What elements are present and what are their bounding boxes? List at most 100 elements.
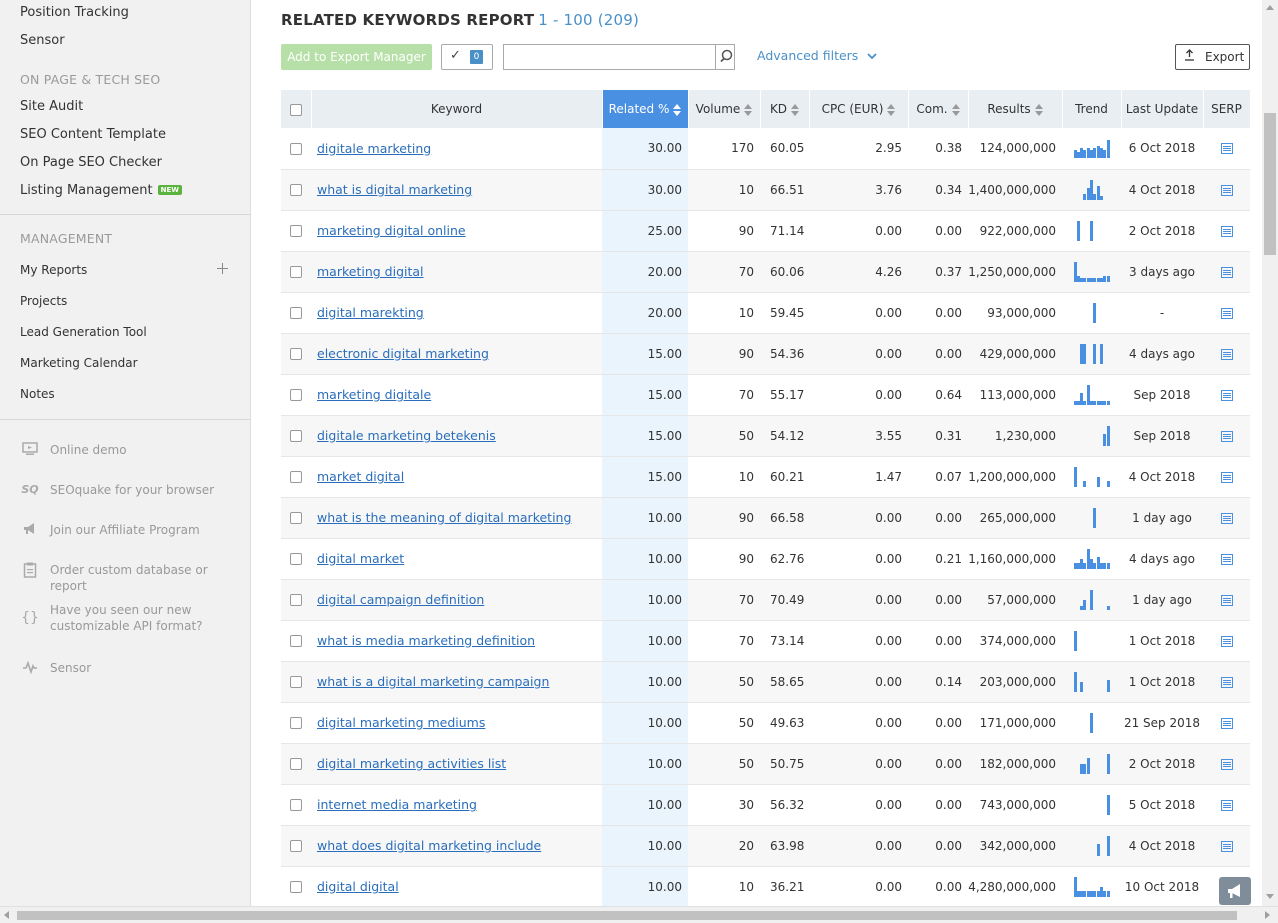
keyword-link[interactable]: digital campaign definition bbox=[311, 592, 484, 607]
horizontal-scrollbar[interactable] bbox=[0, 906, 1278, 923]
sidebar-item-lead-generation-tool[interactable]: Lead Generation Tool bbox=[20, 325, 147, 339]
sidebar-item-projects[interactable]: Projects bbox=[20, 294, 67, 308]
scroll-down-icon[interactable] bbox=[1266, 894, 1274, 899]
keyword-filter-input[interactable] bbox=[503, 44, 735, 70]
row-checkbox[interactable] bbox=[290, 840, 302, 852]
keyword-link[interactable]: digital market bbox=[311, 551, 404, 566]
row-checkbox[interactable] bbox=[290, 142, 302, 155]
row-checkbox[interactable] bbox=[290, 471, 302, 483]
keyword-link[interactable]: marketing digital online bbox=[311, 223, 466, 238]
row-checkbox[interactable] bbox=[290, 676, 302, 688]
keyword-link[interactable]: digitale marketing betekenis bbox=[311, 428, 496, 443]
trend-bar bbox=[1106, 140, 1110, 159]
keyword-link[interactable]: market digital bbox=[311, 469, 404, 484]
sidebar-item-listing-management[interactable]: Listing Management NEW bbox=[20, 183, 182, 198]
row-checkbox[interactable] bbox=[290, 430, 302, 442]
keyword-link[interactable]: electronic digital marketing bbox=[311, 346, 489, 361]
row-checkbox[interactable] bbox=[290, 881, 302, 893]
keyword-link[interactable]: digital digital bbox=[311, 879, 399, 894]
last-update-cell: 10 Oct 2018 bbox=[1121, 866, 1203, 906]
serp-icon[interactable] bbox=[1220, 512, 1233, 524]
sidebar-item-on-page-seo-checker[interactable]: On Page SEO Checker bbox=[20, 155, 162, 170]
serp-icon[interactable] bbox=[1220, 758, 1233, 770]
column-header-com[interactable]: Com. bbox=[908, 90, 969, 128]
row-checkbox[interactable] bbox=[290, 635, 302, 647]
serp-icon[interactable] bbox=[1220, 676, 1233, 688]
keyword-link[interactable]: digital marekting bbox=[311, 305, 424, 320]
serp-icon[interactable] bbox=[1220, 225, 1233, 237]
row-checkbox[interactable] bbox=[290, 389, 302, 401]
keyword-link[interactable]: marketing digital bbox=[311, 264, 424, 279]
feedback-button[interactable] bbox=[1219, 877, 1251, 905]
serp-icon[interactable] bbox=[1220, 635, 1233, 647]
keyword-link[interactable]: what is a digital marketing campaign bbox=[311, 674, 549, 689]
vertical-scroll-thumb[interactable] bbox=[1264, 113, 1276, 255]
row-checkbox[interactable] bbox=[290, 512, 302, 524]
serp-icon[interactable] bbox=[1220, 799, 1233, 811]
keyword-cell: what is a digital marketing campaign bbox=[311, 661, 602, 703]
sidebar-item-notes[interactable]: Notes bbox=[20, 387, 55, 401]
serp-icon[interactable] bbox=[1220, 348, 1233, 360]
serp-icon[interactable] bbox=[1220, 430, 1233, 442]
serp-icon[interactable] bbox=[1220, 471, 1233, 483]
column-header-kd[interactable]: KD bbox=[760, 90, 810, 128]
row-checkbox[interactable] bbox=[290, 758, 302, 770]
row-checkbox[interactable] bbox=[290, 307, 302, 319]
scroll-right-icon[interactable] bbox=[1265, 911, 1270, 919]
horizontal-scroll-thumb[interactable] bbox=[17, 911, 1237, 920]
sort-icon bbox=[887, 103, 896, 116]
sidebar-item-position-tracking[interactable]: Position Tracking bbox=[20, 5, 129, 20]
export-button[interactable]: Export bbox=[1175, 44, 1250, 70]
row-checkbox[interactable] bbox=[290, 717, 302, 729]
keyword-link[interactable]: what is digital marketing bbox=[311, 182, 472, 197]
serp-icon[interactable] bbox=[1220, 184, 1233, 196]
select-all-checkbox[interactable] bbox=[289, 103, 302, 116]
row-checkbox[interactable] bbox=[290, 266, 302, 278]
keyword-link[interactable]: digital marketing mediums bbox=[311, 715, 485, 730]
related-cell: 20.00 bbox=[602, 251, 688, 293]
serp-icon[interactable] bbox=[1220, 143, 1233, 155]
column-header-keyword[interactable]: Keyword bbox=[311, 90, 603, 128]
row-checkbox[interactable] bbox=[290, 225, 302, 237]
column-header-related[interactable]: Related % bbox=[602, 90, 689, 128]
row-checkbox[interactable] bbox=[290, 553, 302, 565]
keyword-link[interactable]: digital marketing activities list bbox=[311, 756, 506, 771]
keyword-link[interactable]: what does digital marketing include bbox=[311, 838, 541, 853]
serp-icon[interactable] bbox=[1220, 307, 1233, 319]
serp-icon[interactable] bbox=[1220, 389, 1233, 401]
keyword-link[interactable]: internet media marketing bbox=[311, 797, 477, 812]
serp-icon[interactable] bbox=[1220, 553, 1233, 565]
serp-icon[interactable] bbox=[1220, 266, 1233, 278]
serp-icon[interactable] bbox=[1220, 594, 1233, 606]
vertical-scrollbar[interactable] bbox=[1262, 0, 1278, 906]
add-report-plus-icon[interactable] bbox=[216, 262, 229, 275]
row-checkbox[interactable] bbox=[290, 799, 302, 811]
keyword-link[interactable]: marketing digitale bbox=[311, 387, 431, 402]
sidebar-item-marketing-calendar[interactable]: Marketing Calendar bbox=[20, 356, 138, 370]
serp-icon[interactable] bbox=[1220, 840, 1233, 852]
trend-cell bbox=[1062, 415, 1121, 457]
sidebar-item-seo-content-template[interactable]: SEO Content Template bbox=[20, 127, 166, 142]
serp-icon[interactable] bbox=[1220, 717, 1233, 729]
trend-cell bbox=[1062, 333, 1121, 375]
braces-icon: {} bbox=[21, 610, 39, 626]
row-checkbox[interactable] bbox=[290, 184, 302, 196]
selected-keywords-button[interactable]: ✓ 0 bbox=[441, 44, 493, 70]
scroll-left-icon[interactable] bbox=[4, 911, 9, 919]
column-header-cpc[interactable]: CPC (EUR) bbox=[809, 90, 909, 128]
keyword-link[interactable]: what is media marketing definition bbox=[311, 633, 535, 648]
row-checkbox[interactable] bbox=[290, 594, 302, 606]
column-header-volume[interactable]: Volume bbox=[688, 90, 761, 128]
row-checkbox[interactable] bbox=[290, 348, 302, 360]
sidebar-item-my-reports[interactable]: My Reports bbox=[20, 263, 87, 277]
sidebar-item-site-audit[interactable]: Site Audit bbox=[20, 99, 83, 114]
add-to-export-manager-button[interactable]: Add to Export Manager bbox=[281, 44, 432, 70]
search-button[interactable] bbox=[715, 44, 736, 70]
column-header-results[interactable]: Results bbox=[968, 90, 1063, 128]
sidebar-item-sensor[interactable]: Sensor bbox=[20, 33, 65, 48]
scroll-up-icon[interactable] bbox=[1266, 5, 1274, 10]
keyword-link[interactable]: digitale marketing bbox=[311, 141, 431, 156]
column-header-last-update[interactable]: Last Update bbox=[1121, 90, 1204, 128]
advanced-filters-toggle[interactable]: Advanced filters bbox=[757, 48, 878, 63]
keyword-link[interactable]: what is the meaning of digital marketing bbox=[311, 510, 571, 525]
